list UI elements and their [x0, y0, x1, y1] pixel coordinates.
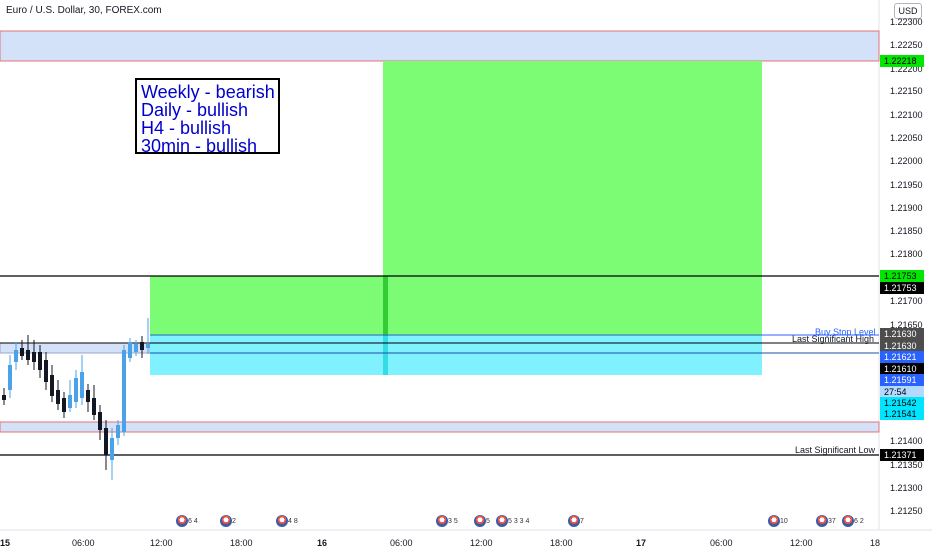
note-line-30min: 30min - bullish [141, 136, 258, 156]
flag-icon [276, 515, 288, 527]
candle-body [38, 352, 42, 370]
timeframe-bias-note[interactable]: Weekly - bearish Daily - bullish H4 - bu… [135, 78, 280, 156]
candle-body [14, 350, 18, 362]
price-tick: 1.21800 [890, 249, 923, 259]
flag-icon [436, 515, 448, 527]
candle-body [146, 344, 150, 348]
time-tick: 12:00 [470, 538, 493, 548]
candle-body [26, 350, 30, 360]
economic-event[interactable]: 5 [474, 515, 490, 527]
flag-icon [474, 515, 486, 527]
candle-body [104, 428, 108, 455]
candle-body [32, 352, 36, 362]
flag-icon [220, 515, 232, 527]
price-tick: 1.21250 [890, 506, 923, 516]
chart-area[interactable]: Euro / U.S. Dollar, 30, FOREX.com Weekly… [0, 0, 932, 550]
price-tag-resistance-line: 1.21753 [880, 282, 924, 294]
economic-event[interactable]: 7 [568, 515, 584, 527]
price-tag-buy-stop: 1.21630 [880, 328, 924, 340]
price-tag-zone: 1.21621 [880, 351, 924, 363]
flag-icon [842, 515, 854, 527]
price-tick: 1.22250 [890, 40, 923, 50]
candle-body [50, 375, 54, 396]
time-tick: 18:00 [550, 538, 573, 548]
candle-body [56, 390, 60, 404]
note-line-weekly: Weekly - bearish [141, 82, 275, 102]
flag-icon [568, 515, 580, 527]
last-significant-low-label: Last Significant Low [795, 445, 876, 455]
time-tick: 06:00 [710, 538, 733, 548]
target-zone-main[interactable] [383, 61, 762, 336]
time-tick: 06:00 [390, 538, 413, 548]
economic-event[interactable]: 6 2 [842, 515, 864, 527]
price-tag-last-low: 1.21371 [880, 449, 924, 461]
candle-body [68, 395, 72, 408]
candle-body [8, 365, 12, 390]
price-tag-stop-2: 1.21541 [880, 408, 924, 420]
time-tick: 12:00 [150, 538, 173, 548]
candle-body [2, 395, 6, 400]
candle-body [128, 342, 132, 358]
stop-zone[interactable] [150, 336, 762, 375]
candle-body [116, 425, 120, 438]
flag-icon [816, 515, 828, 527]
last-significant-high-label: Last Significant High [792, 334, 875, 344]
price-tag-resistance: 1.21753 [880, 270, 924, 282]
time-tick: 12:00 [790, 538, 813, 548]
price-tag-target: 1.22218 [880, 55, 924, 67]
candle-body [110, 438, 114, 460]
candle-body [92, 398, 96, 415]
candle-body [74, 378, 78, 402]
time-tick: 15 [0, 538, 11, 548]
note-line-h4: H4 - bullish [141, 118, 232, 138]
price-tick: 1.21300 [890, 483, 923, 493]
economic-event[interactable]: 4 8 [276, 515, 298, 527]
price-tick: 1.22150 [890, 86, 923, 96]
candlestick-series [2, 318, 150, 480]
time-tick: 17 [636, 538, 647, 548]
candle-body [122, 350, 126, 432]
candle-body [44, 360, 48, 382]
price-tick: 1.21900 [890, 203, 923, 213]
price-tick: 1.21700 [890, 296, 923, 306]
flag-icon [176, 515, 188, 527]
time-tick: 18:00 [230, 538, 253, 548]
price-tick: 1.21400 [890, 436, 923, 446]
price-tick: 1.21950 [890, 180, 923, 190]
candle-body [86, 390, 90, 402]
demand-zone-bottom[interactable] [0, 421, 880, 433]
time-tick: 06:00 [72, 538, 95, 548]
stop-marker [383, 336, 388, 375]
price-tick: 1.21350 [890, 460, 923, 470]
economic-event[interactable]: 2 [220, 515, 236, 527]
symbol-title[interactable]: Euro / U.S. Dollar, 30, FOREX.com [6, 5, 162, 16]
candle-body [20, 348, 24, 356]
flag-icon [496, 515, 508, 527]
economic-event[interactable]: 6 4 [176, 515, 198, 527]
economic-event[interactable]: 37 [816, 515, 836, 527]
economic-event[interactable]: 5 3 3 4 [496, 515, 529, 527]
supply-zone-top[interactable] [0, 30, 880, 62]
note-line-daily: Daily - bullish [141, 100, 249, 120]
price-tick: 1.21850 [890, 226, 923, 236]
candle-body [98, 412, 102, 430]
price-tick: 1.22300 [890, 17, 923, 27]
flag-icon [768, 515, 780, 527]
candle-body [134, 344, 138, 352]
time-tick: 18 [870, 538, 881, 548]
candle-body [80, 372, 84, 398]
candle-body [140, 342, 144, 350]
economic-event[interactable]: 3 5 [436, 515, 458, 527]
price-tick: 1.22100 [890, 110, 923, 120]
economic-event[interactable]: 10 [768, 515, 788, 527]
price-tag-current-price: 1.21591 [880, 374, 924, 386]
candle-body [62, 398, 66, 412]
time-tick: 16 [317, 538, 328, 548]
price-tick: 1.22050 [890, 133, 923, 143]
price-tick: 1.22000 [890, 156, 923, 166]
target-zone-left[interactable] [150, 276, 383, 336]
